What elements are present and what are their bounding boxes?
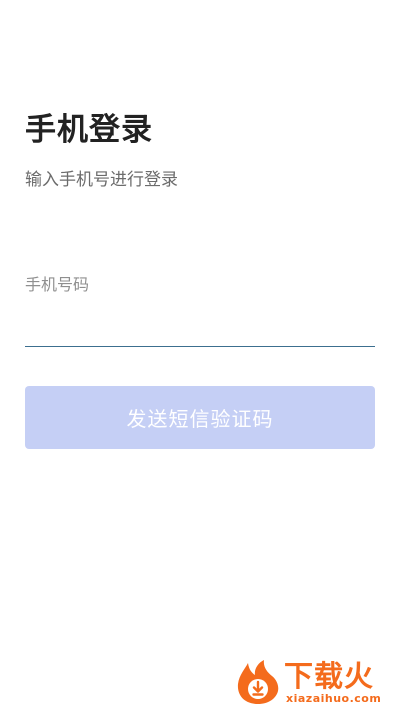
watermark: 下载火 xiazaihuo.com xyxy=(234,656,396,708)
flame-download-logo-icon xyxy=(237,660,279,704)
page-title: 手机登录 xyxy=(25,112,153,148)
send-code-button[interactable]: 发送短信验证码 xyxy=(25,386,375,449)
page-subtitle: 输入手机号进行登录 xyxy=(25,170,178,190)
phone-field: 手机号码 xyxy=(25,270,375,348)
login-screen: 手机登录 输入手机号进行登录 手机号码 发送短信验证码 下载火 xiazaihu… xyxy=(0,0,400,711)
phone-input[interactable] xyxy=(25,306,375,346)
phone-field-label: 手机号码 xyxy=(25,275,90,294)
watermark-brand: 下载火 xyxy=(284,659,375,693)
phone-input-underline xyxy=(25,346,375,347)
watermark-url: xiazaihuo.com xyxy=(286,692,382,705)
